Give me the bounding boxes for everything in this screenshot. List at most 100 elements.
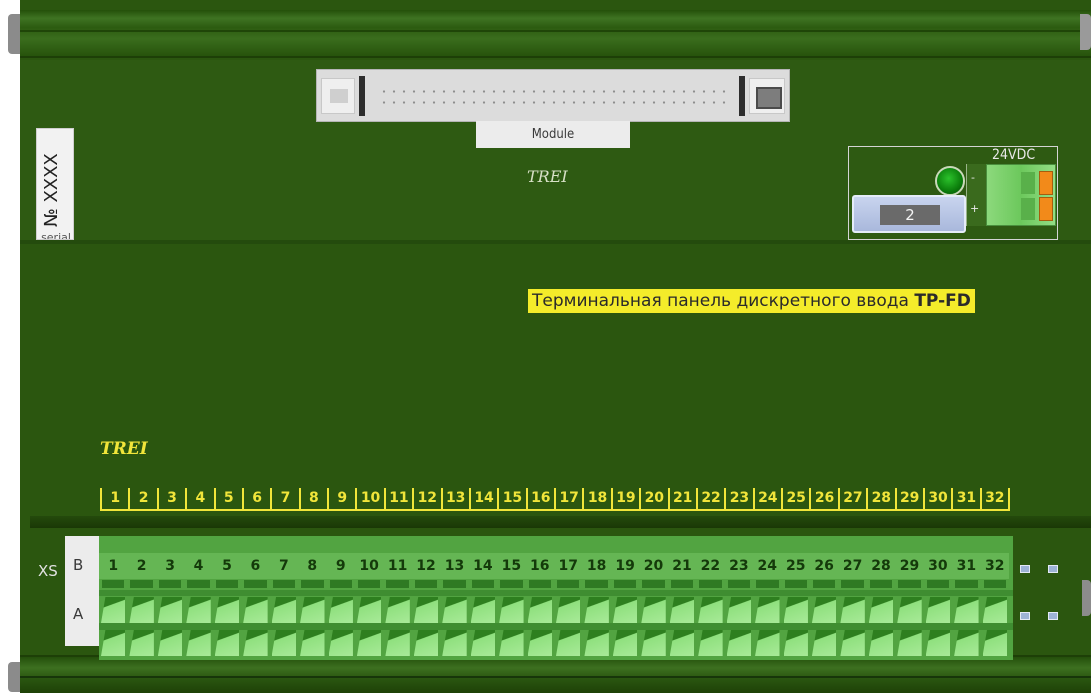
terminal-clamp-a[interactable] [527, 630, 552, 656]
terminal-clamp-b[interactable] [954, 597, 979, 623]
terminal-release-slot[interactable] [471, 580, 495, 588]
terminal-release-slot[interactable] [670, 580, 694, 588]
ribbon-connector[interactable] [316, 69, 790, 122]
terminal-clamp-b[interactable] [214, 597, 240, 623]
terminal-release-slot[interactable] [102, 580, 125, 588]
terminal-release-slot[interactable] [215, 580, 239, 588]
terminal-release-slot[interactable] [557, 580, 580, 588]
terminal-clamp-a[interactable] [243, 630, 268, 656]
terminal-clamp-a[interactable] [186, 630, 211, 656]
terminal-clamp-a[interactable] [982, 630, 1007, 656]
terminal-clamp-b[interactable] [527, 597, 552, 623]
terminal-clamp-b[interactable] [811, 597, 837, 623]
terminal-clamp-a[interactable] [612, 630, 638, 656]
terminal-clamp-b[interactable] [612, 597, 638, 623]
terminal-release-slot[interactable] [642, 580, 665, 588]
power-terminal-slot-plus[interactable] [1021, 198, 1035, 220]
terminal-release-slot[interactable] [926, 580, 950, 588]
terminal-clamp-b[interactable] [157, 597, 183, 623]
terminal-release-slot[interactable] [784, 580, 807, 588]
terminal-clamp-a[interactable] [755, 630, 780, 656]
terminal-release-slot[interactable] [727, 580, 751, 588]
terminal-release-slot[interactable] [130, 580, 153, 588]
terminal-clamp-b[interactable] [356, 597, 382, 623]
terminal-clamp-a[interactable] [698, 630, 723, 656]
terminal-release-slot[interactable] [187, 580, 210, 588]
terminal-clamp-b[interactable] [783, 597, 808, 623]
terminal-clamp-b[interactable] [556, 597, 581, 623]
terminal-clamp-b[interactable] [129, 597, 154, 623]
terminal-clamp-a[interactable] [413, 630, 439, 656]
terminal-clamp-b[interactable] [698, 597, 723, 623]
terminal-clamp-b[interactable] [413, 597, 439, 623]
terminal-clamp-b[interactable] [584, 597, 609, 623]
terminal-release-slot[interactable] [158, 580, 182, 588]
terminal-clamp-a[interactable] [783, 630, 808, 656]
terminal-clamp-a[interactable] [641, 630, 666, 656]
connector-latch-right[interactable] [749, 78, 785, 114]
terminal-clamp-b[interactable] [442, 597, 467, 623]
terminal-release-slot[interactable] [500, 580, 523, 588]
terminal-clamp-b[interactable] [385, 597, 410, 623]
terminal-clamp-a[interactable] [726, 630, 752, 656]
terminal-clamp-a[interactable] [157, 630, 183, 656]
terminal-release-slot[interactable] [329, 580, 352, 588]
terminal-clamp-a[interactable] [954, 630, 979, 656]
terminal-release-slot[interactable] [983, 580, 1006, 588]
terminal-release-slot[interactable] [528, 580, 551, 588]
terminal-clamp-b[interactable] [243, 597, 268, 623]
terminal-clamp-a[interactable] [897, 630, 922, 656]
terminal-clamp-a[interactable] [385, 630, 410, 656]
power-terminal-release-plus[interactable] [1039, 197, 1053, 221]
terminal-clamp-a[interactable] [669, 630, 695, 656]
terminal-clamp-a[interactable] [840, 630, 865, 656]
terminal-release-slot[interactable] [841, 580, 864, 588]
terminal-clamp-b[interactable] [186, 597, 211, 623]
terminal-clamp-b[interactable] [925, 597, 951, 623]
terminal-release-slot[interactable] [613, 580, 637, 588]
terminal-release-slot[interactable] [699, 580, 722, 588]
connector-latch-left[interactable] [321, 78, 355, 114]
terminal-release-slot[interactable] [443, 580, 466, 588]
terminal-clamp-a[interactable] [470, 630, 496, 656]
terminal-release-slot[interactable] [414, 580, 438, 588]
terminal-clamp-a[interactable] [811, 630, 837, 656]
terminal-release-slot[interactable] [357, 580, 381, 588]
terminal-clamp-b[interactable] [868, 597, 894, 623]
terminal-clamp-b[interactable] [300, 597, 325, 623]
terminal-clamp-b[interactable] [101, 597, 126, 623]
terminal-release-slot[interactable] [585, 580, 608, 588]
power-terminal-release-minus[interactable] [1039, 171, 1053, 195]
terminal-release-slot[interactable] [898, 580, 921, 588]
terminal-clamp-a[interactable] [271, 630, 297, 656]
terminal-clamp-b[interactable] [897, 597, 922, 623]
terminal-clamp-a[interactable] [356, 630, 382, 656]
terminal-clamp-a[interactable] [101, 630, 126, 656]
terminal-clamp-a[interactable] [868, 630, 894, 656]
terminal-clamp-a[interactable] [925, 630, 951, 656]
terminal-clamp-b[interactable] [470, 597, 496, 623]
terminal-clamp-a[interactable] [129, 630, 154, 656]
terminal-release-slot[interactable] [955, 580, 978, 588]
terminal-release-slot[interactable] [756, 580, 779, 588]
terminal-release-slot[interactable] [869, 580, 893, 588]
terminal-clamp-b[interactable] [755, 597, 780, 623]
terminal-clamp-b[interactable] [271, 597, 297, 623]
terminal-clamp-b[interactable] [726, 597, 752, 623]
terminal-clamp-a[interactable] [442, 630, 467, 656]
power-terminal-slot-minus[interactable] [1021, 172, 1035, 194]
terminal-clamp-b[interactable] [840, 597, 865, 623]
terminal-clamp-a[interactable] [584, 630, 609, 656]
terminal-clamp-b[interactable] [982, 597, 1007, 623]
terminal-clamp-a[interactable] [300, 630, 325, 656]
power-terminal-block[interactable] [986, 164, 1056, 226]
terminal-clamp-a[interactable] [214, 630, 240, 656]
terminal-clamp-b[interactable] [328, 597, 353, 623]
terminal-clamp-b[interactable] [669, 597, 695, 623]
terminal-release-slot[interactable] [272, 580, 296, 588]
terminal-release-slot[interactable] [812, 580, 836, 588]
terminal-release-slot[interactable] [244, 580, 267, 588]
terminal-clamp-a[interactable] [556, 630, 581, 656]
terminal-release-slot[interactable] [301, 580, 324, 588]
terminal-release-slot[interactable] [386, 580, 409, 588]
